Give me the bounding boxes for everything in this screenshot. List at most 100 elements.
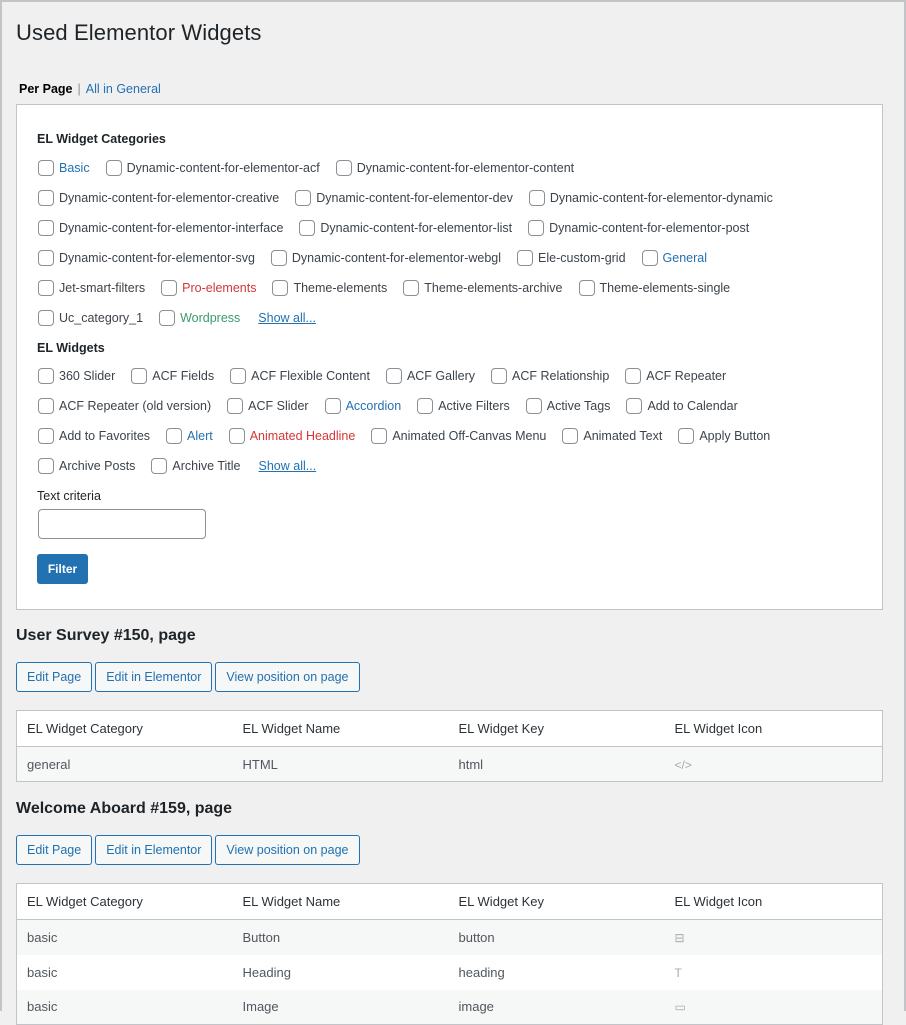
categories-checkbox-item[interactable]: Dynamic-content-for-elementor-dev: [295, 190, 513, 206]
checkbox[interactable]: [295, 190, 312, 206]
widgets-checkbox-item[interactable]: Archive Posts: [38, 458, 135, 474]
checkbox[interactable]: [335, 160, 352, 176]
checkbox[interactable]: [228, 428, 245, 444]
widgets-checkbox-item[interactable]: ACF Relationship: [491, 368, 609, 384]
checkbox[interactable]: [38, 220, 54, 236]
categories-show-all-link[interactable]: Show all...: [258, 311, 316, 325]
checkbox[interactable]: [562, 428, 579, 444]
checkbox[interactable]: [299, 220, 316, 236]
widgets-checkbox-item[interactable]: Apply Button: [678, 428, 770, 444]
categories-checkbox-item[interactable]: Dynamic-content-for-elementor-dynamic: [528, 190, 773, 206]
checkbox[interactable]: [678, 428, 695, 444]
categories-checkbox-item[interactable]: Dynamic-content-for-elementor-list: [299, 220, 512, 236]
widgets-label: Animated Headline: [249, 429, 356, 443]
categories-checkbox-item[interactable]: Dynamic-content-for-elementor-svg: [38, 250, 255, 266]
widgets-checkbox-item[interactable]: Alert: [166, 428, 213, 444]
categories-checkbox-item[interactable]: Dynamic-content-for-elementor-post: [528, 220, 749, 236]
checkbox[interactable]: [38, 190, 54, 206]
categories-checkbox-item[interactable]: Jet-smart-filters: [38, 280, 145, 296]
checkbox[interactable]: [626, 398, 643, 414]
separator: |: [77, 82, 81, 96]
checkbox[interactable]: [38, 368, 54, 384]
widgets-checkbox-item[interactable]: ACF Repeater: [625, 368, 726, 384]
widgets-checkbox-item[interactable]: Add to Favorites: [38, 428, 150, 444]
checkbox[interactable]: [272, 280, 289, 296]
widgets-checkbox-item[interactable]: Add to Calendar: [626, 398, 738, 414]
categories-checkbox-item[interactable]: Uc_category_1: [38, 310, 143, 326]
widgets-checkbox-item[interactable]: Accordion: [324, 398, 401, 414]
checkbox[interactable]: [151, 458, 168, 474]
categories-checkbox-item[interactable]: Theme-elements-archive: [403, 280, 563, 296]
checkbox[interactable]: [641, 250, 658, 266]
widgets-checkbox-item[interactable]: Animated Off-Canvas Menu: [371, 428, 546, 444]
text-criteria-input[interactable]: [38, 509, 206, 539]
widgets-checkbox-item[interactable]: Archive Title: [151, 458, 241, 474]
categories-checkbox-item[interactable]: Dynamic-content-for-elementor-acf: [105, 160, 320, 176]
tab-per-page[interactable]: Per Page: [19, 82, 73, 96]
checkbox[interactable]: [270, 250, 287, 266]
edit-in-elementor-button[interactable]: Edit in Elementor: [95, 662, 213, 692]
checkbox[interactable]: [491, 368, 508, 384]
checkbox[interactable]: [517, 250, 534, 266]
heading-icon: T: [674, 965, 682, 980]
checkbox[interactable]: [38, 428, 54, 444]
categories-checkbox-item[interactable]: Ele-custom-grid: [517, 250, 626, 266]
widgets-label: Animated Text: [583, 429, 663, 443]
edit-page-button[interactable]: Edit Page: [16, 835, 93, 865]
categories-checkbox-item[interactable]: Dynamic-content-for-elementor-webgl: [270, 250, 501, 266]
widgets-show-all-link[interactable]: Show all...: [259, 459, 317, 473]
checkbox[interactable]: [38, 398, 54, 414]
widgets-label: Archive Posts: [59, 459, 136, 473]
edit-in-elementor-button[interactable]: Edit in Elementor: [95, 835, 213, 865]
checkbox[interactable]: [417, 398, 434, 414]
widgets-checkbox-item[interactable]: Active Tags: [525, 398, 610, 414]
checkbox[interactable]: [227, 398, 244, 414]
view-position-button[interactable]: View position on page: [215, 662, 360, 692]
edit-page-button[interactable]: Edit Page: [16, 662, 93, 692]
widgets-checkbox-item[interactable]: Active Filters: [417, 398, 510, 414]
checkbox[interactable]: [131, 368, 148, 384]
categories-label: Uc_category_1: [59, 311, 144, 325]
checkbox[interactable]: [159, 310, 176, 326]
widgets-checkbox-item[interactable]: ACF Repeater (old version): [38, 398, 211, 414]
checkbox[interactable]: [324, 398, 341, 414]
checkbox[interactable]: [38, 160, 54, 176]
categories-checkbox-item[interactable]: General: [641, 250, 707, 266]
categories-checkbox-item[interactable]: Pro-elements: [161, 280, 256, 296]
tab-all-in-general[interactable]: All in General: [86, 82, 161, 96]
widgets-checkbox-item[interactable]: ACF Fields: [131, 368, 214, 384]
checkbox[interactable]: [625, 368, 642, 384]
categories-label: EL Widget Categories: [37, 132, 166, 146]
checkbox[interactable]: [166, 428, 183, 444]
checkbox[interactable]: [38, 250, 54, 266]
widgets-checkbox-item[interactable]: ACF Flexible Content: [230, 368, 370, 384]
widgets-checkbox-item[interactable]: Animated Text: [562, 428, 662, 444]
checkbox[interactable]: [371, 428, 388, 444]
categories-checkbox-item[interactable]: Wordpress: [159, 310, 240, 326]
checkbox[interactable]: [38, 310, 54, 326]
filter-button[interactable]: Filter: [37, 554, 88, 584]
widgets-checkbox-item[interactable]: 360 Slider: [38, 368, 115, 384]
checkbox[interactable]: [528, 190, 545, 206]
checkbox[interactable]: [525, 398, 542, 414]
checkbox[interactable]: [105, 160, 122, 176]
categories-checkbox-item[interactable]: Theme-elements-single: [578, 280, 730, 296]
code-icon: </>: [674, 757, 692, 772]
view-position-button[interactable]: View position on page: [215, 835, 360, 865]
categories-checkbox-item[interactable]: Basic: [38, 160, 90, 176]
checkbox[interactable]: [230, 368, 247, 384]
checkbox[interactable]: [578, 280, 595, 296]
checkbox[interactable]: [528, 220, 545, 236]
widgets-checkbox-item[interactable]: Animated Headline: [228, 428, 356, 444]
categories-checkbox-item[interactable]: Dynamic-content-for-elementor-content: [335, 160, 574, 176]
categories-checkbox-item[interactable]: Theme-elements: [272, 280, 387, 296]
checkbox[interactable]: [38, 458, 54, 474]
checkbox[interactable]: [38, 280, 54, 296]
widgets-checkbox-item[interactable]: ACF Gallery: [385, 368, 475, 384]
categories-checkbox-item[interactable]: Dynamic-content-for-elementor-interface: [38, 220, 283, 236]
checkbox[interactable]: [385, 368, 402, 384]
checkbox[interactable]: [161, 280, 178, 296]
checkbox[interactable]: [403, 280, 420, 296]
widgets-checkbox-item[interactable]: ACF Slider: [227, 398, 309, 414]
categories-checkbox-item[interactable]: Dynamic-content-for-elementor-creative: [38, 190, 279, 206]
